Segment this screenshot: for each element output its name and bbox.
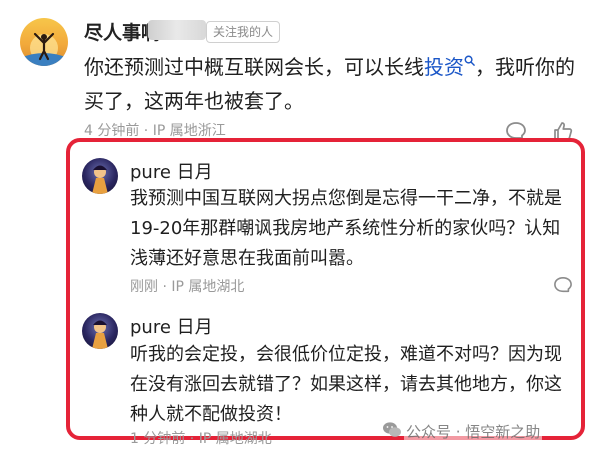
- reply-text: 听我的会定投，会很低价位定投，难道不对吗？因为现在没有涨回去就错了？如果这样，请…: [130, 344, 562, 425]
- comment-meta: 4 分钟前 · IP 属地浙江: [84, 123, 226, 139]
- reply-meta: 刚刚 · IP 属地湖北: [130, 279, 245, 295]
- comment-bubble-icon[interactable]: [553, 276, 573, 294]
- search-icon[interactable]: [464, 55, 475, 67]
- comment-text: 你还预测过中概互联网会长，可以长线投资 ，我听你的买了，这两年也被套了。: [84, 50, 584, 118]
- avatar[interactable]: [82, 158, 118, 194]
- blurred-username-part: [148, 20, 206, 40]
- avatar-figure-icon: [92, 320, 108, 349]
- search-link-label[interactable]: 投资: [424, 55, 464, 79]
- avatar-person-silhouette-icon: [20, 32, 68, 66]
- avatar[interactable]: [20, 18, 68, 66]
- reply-button[interactable]: [553, 276, 573, 298]
- avatar-figure-icon: [92, 165, 108, 194]
- follow-tag: 关注我的人: [206, 21, 281, 43]
- avatar[interactable]: [82, 313, 118, 349]
- reply-text: 我预测中国互联网大拐点您倒是忘得一干二净，不就是19-20年那群嘲讽我房地产系统…: [130, 188, 562, 269]
- search-link[interactable]: 投资: [424, 55, 475, 79]
- reply-meta: 1 分钟前 · IP 属地湖北: [130, 431, 272, 447]
- username[interactable]: pure 日月: [130, 313, 213, 339]
- watermark: 公众号 · 悟空新之助: [404, 421, 543, 442]
- comment-text-part: 你还预测过中概互联网会长，可以长线: [84, 55, 424, 79]
- username[interactable]: pure 日月: [130, 158, 213, 184]
- wechat-icon: [382, 421, 402, 443]
